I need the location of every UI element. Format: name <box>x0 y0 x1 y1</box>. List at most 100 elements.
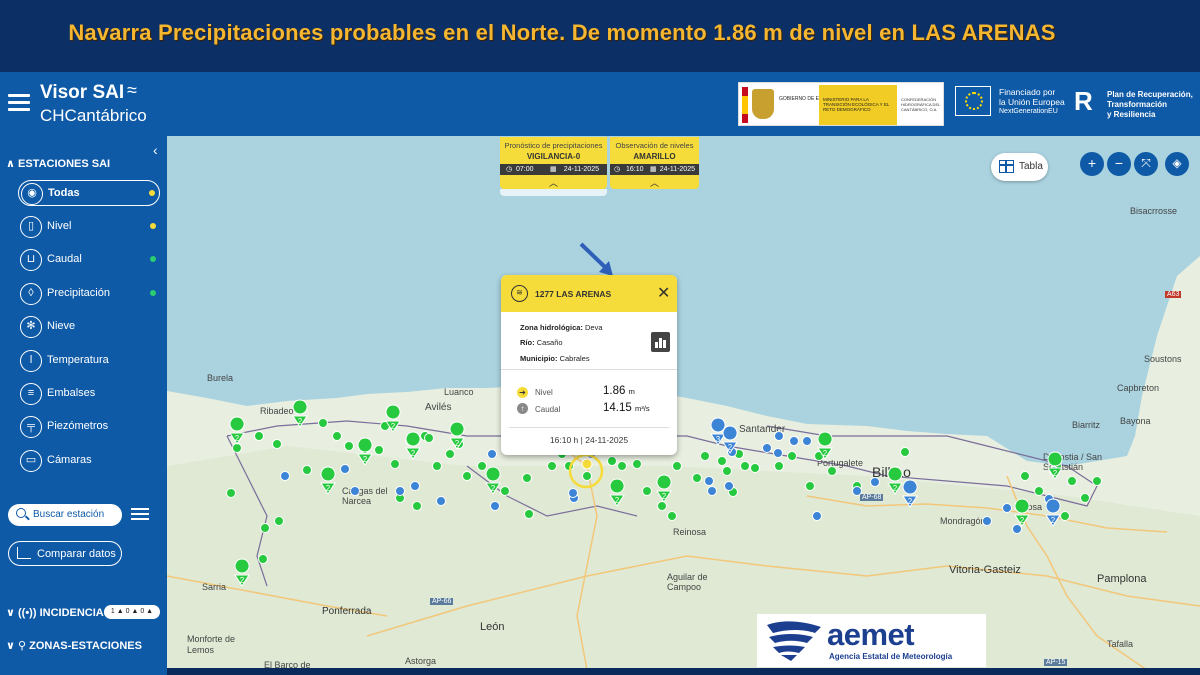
station-marker[interactable] <box>774 431 784 441</box>
zoom-out-button[interactable]: − <box>1107 152 1131 176</box>
station-marker[interactable] <box>302 465 312 475</box>
station-marker[interactable] <box>632 459 642 469</box>
station-marker[interactable] <box>724 481 734 491</box>
station-cluster-pin[interactable]: 2 <box>1045 498 1061 527</box>
station-cluster-pin[interactable]: 2 <box>1014 498 1030 527</box>
station-marker[interactable] <box>1012 524 1022 534</box>
station-marker[interactable] <box>547 461 557 471</box>
filter-icon[interactable] <box>131 506 149 522</box>
station-marker[interactable] <box>722 466 732 476</box>
station-marker[interactable] <box>1080 493 1090 503</box>
station-marker[interactable] <box>350 486 360 496</box>
station-marker[interactable] <box>870 477 880 487</box>
forecast-card[interactable]: Pronóstico de precipitaciones VIGILANCIA… <box>500 137 607 189</box>
station-cluster-pin[interactable]: 2 <box>320 466 336 495</box>
station-marker[interactable] <box>280 471 290 481</box>
station-marker[interactable] <box>412 501 422 511</box>
station-marker[interactable] <box>982 516 992 526</box>
station-marker[interactable] <box>692 473 702 483</box>
station-marker[interactable] <box>667 511 677 521</box>
station-marker[interactable] <box>226 488 236 498</box>
station-marker[interactable] <box>274 516 284 526</box>
station-marker[interactable] <box>582 471 592 481</box>
station-marker[interactable] <box>750 463 760 473</box>
station-marker[interactable] <box>617 461 627 471</box>
station-marker[interactable] <box>318 418 328 428</box>
map-view[interactable]: Bilbao Burela Luanco Avilés Ribadeo Cang… <box>167 136 1200 670</box>
observation-card[interactable]: Observación de niveles AMARILLO ◷ 16:10 … <box>610 137 699 189</box>
layers-icon[interactable]: ◈ <box>1165 152 1189 176</box>
table-button[interactable]: Tabla <box>991 153 1048 181</box>
station-cluster-pin[interactable]: 2 <box>609 478 625 507</box>
station-marker[interactable] <box>254 431 264 441</box>
station-marker[interactable] <box>1092 476 1102 486</box>
sidebar-item-precipitacion[interactable]: ◊ Precipitación <box>18 281 160 307</box>
station-marker[interactable] <box>432 461 442 471</box>
stations-section-header[interactable]: ∧ ESTACIONES SAI <box>6 157 110 170</box>
close-icon[interactable]: ✕ <box>657 283 670 303</box>
sidebar-item-embalses[interactable]: ≡ Embalses <box>18 381 160 407</box>
station-marker[interactable] <box>490 501 500 511</box>
station-marker[interactable] <box>740 461 750 471</box>
station-cluster-pin[interactable]: 2 <box>292 399 308 428</box>
collapse-sidebar-icon[interactable]: ‹ <box>153 142 158 158</box>
compare-data-button[interactable]: Comparar datos <box>8 541 122 566</box>
station-marker[interactable] <box>477 461 487 471</box>
station-marker[interactable] <box>852 486 862 496</box>
station-marker[interactable] <box>787 451 797 461</box>
station-marker[interactable] <box>410 481 420 491</box>
station-marker[interactable] <box>1067 476 1077 486</box>
sidebar-item-camaras[interactable]: ▭ Cámaras <box>18 448 160 474</box>
station-marker[interactable] <box>445 449 455 459</box>
sidebar-item-todas[interactable]: ◉ Todas <box>18 180 160 206</box>
station-marker[interactable] <box>344 441 354 451</box>
station-marker[interactable] <box>436 496 446 506</box>
station-layer[interactable]: 2 2 2 2 2 2 2 2 2 2 3 2 2 2 2 2 2 2 2 <box>167 136 1200 670</box>
zoom-in-button[interactable]: + <box>1080 152 1104 176</box>
station-marker[interactable] <box>805 481 815 491</box>
station-marker[interactable] <box>1034 486 1044 496</box>
station-cluster-pin[interactable]: 2 <box>902 479 918 508</box>
station-marker[interactable] <box>1002 503 1012 513</box>
station-marker[interactable] <box>789 436 799 446</box>
station-marker[interactable] <box>374 445 384 455</box>
station-marker[interactable] <box>657 501 667 511</box>
station-marker[interactable] <box>773 448 783 458</box>
station-marker[interactable] <box>424 433 434 443</box>
sidebar-item-piezometros[interactable]: ╤ Piezómetros <box>18 414 160 440</box>
fullscreen-icon[interactable]: ⤧ <box>1134 152 1158 176</box>
station-cluster-pin[interactable]: 2 <box>229 416 245 445</box>
station-marker[interactable] <box>827 466 837 476</box>
station-marker[interactable] <box>260 523 270 533</box>
station-cluster-pin[interactable]: 2 <box>887 466 903 495</box>
station-marker[interactable] <box>642 486 652 496</box>
incidents-section-header[interactable]: ∨ ((•)) INCIDENCIAS <box>6 606 111 619</box>
station-marker[interactable] <box>717 456 727 466</box>
sidebar-item-nieve[interactable]: ✻ Nieve <box>18 314 160 340</box>
station-marker[interactable] <box>900 447 910 457</box>
station-marker[interactable] <box>272 439 282 449</box>
station-marker[interactable] <box>802 436 812 446</box>
station-marker[interactable] <box>522 473 532 483</box>
zones-section-header[interactable]: ∨ ⚲ ZONAS-ESTACIONES <box>6 639 142 652</box>
station-marker[interactable] <box>524 509 534 519</box>
station-marker[interactable] <box>258 554 268 564</box>
station-marker[interactable] <box>1020 471 1030 481</box>
station-cluster-pin[interactable]: 2 <box>234 558 250 587</box>
station-marker[interactable] <box>390 459 400 469</box>
las-arenas-marker[interactable] <box>581 458 593 470</box>
chevron-up-icon[interactable]: ︿ <box>610 176 699 189</box>
station-marker[interactable] <box>812 511 822 521</box>
station-marker[interactable] <box>607 456 617 466</box>
station-cluster-pin[interactable]: 2 <box>485 466 501 495</box>
station-marker[interactable] <box>568 488 578 498</box>
bar-chart-icon[interactable] <box>651 332 670 352</box>
station-marker[interactable] <box>1060 511 1070 521</box>
station-marker[interactable] <box>340 464 350 474</box>
station-marker[interactable] <box>762 443 772 453</box>
station-cluster-pin[interactable]: 2 <box>656 474 672 503</box>
station-marker[interactable] <box>487 449 497 459</box>
station-marker[interactable] <box>700 451 710 461</box>
station-marker[interactable] <box>395 486 405 496</box>
menu-icon[interactable] <box>8 94 30 112</box>
